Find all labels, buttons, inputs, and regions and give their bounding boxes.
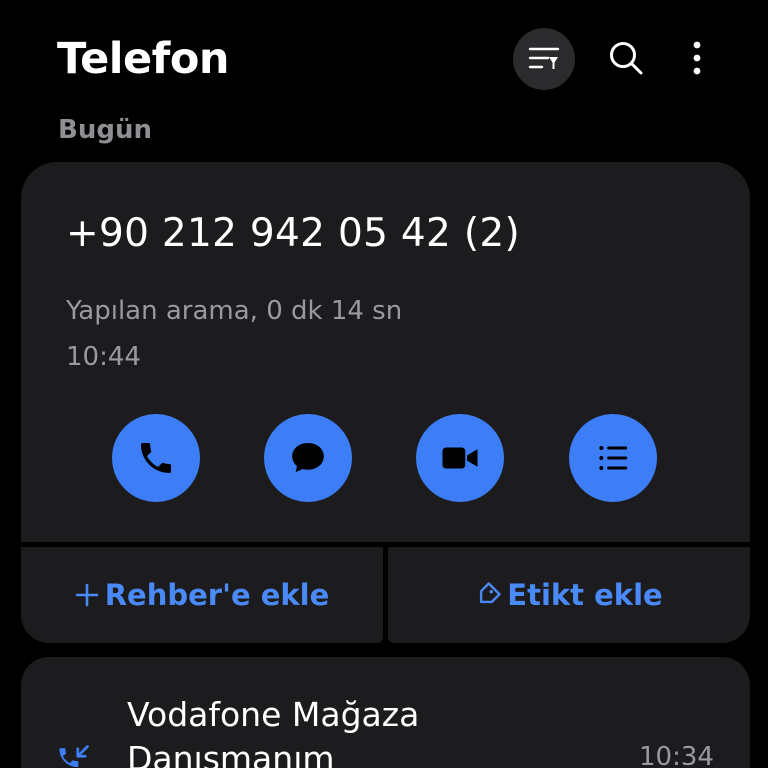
tag-icon — [475, 582, 501, 608]
message-icon — [292, 443, 324, 473]
phone-icon — [141, 443, 171, 473]
search-button[interactable] — [600, 32, 652, 84]
incoming-call-icon — [56, 742, 92, 768]
call-detail: Yapılan arama, 0 dk 14 sn — [66, 296, 403, 326]
search-icon — [610, 42, 643, 75]
video-icon — [442, 447, 478, 469]
more-options-button[interactable] — [673, 32, 721, 84]
message-button[interactable] — [264, 414, 352, 502]
details-button[interactable] — [569, 414, 657, 502]
more-vertical-icon — [693, 41, 701, 75]
phone-app-screen: Telefon Bugün +90 212 942 05 42 (2) Yapı… — [0, 0, 768, 768]
log-contact-name: Vodafone Mağaza Danışmanım — [127, 695, 420, 768]
filter-list-icon — [528, 47, 560, 69]
list-icon — [599, 446, 628, 470]
add-tag-button[interactable]: Etikt ekle — [388, 547, 750, 643]
call-time: 10:44 — [66, 342, 141, 372]
app-title: Telefon — [57, 34, 230, 84]
log-call-time: 10:34 — [639, 742, 714, 768]
add-contact-button[interactable]: Rehber'e ekle — [21, 547, 383, 643]
filter-button[interactable] — [513, 28, 575, 90]
plus-icon — [75, 583, 99, 607]
call-button[interactable] — [112, 414, 200, 502]
add-contact-label: Rehber'e ekle — [104, 578, 330, 612]
section-header-today: Bugün — [58, 115, 152, 145]
caller-number: +90 212 942 05 42 (2) — [66, 211, 520, 256]
video-call-button[interactable] — [416, 414, 504, 502]
add-tag-label: Etikt ekle — [507, 578, 663, 612]
